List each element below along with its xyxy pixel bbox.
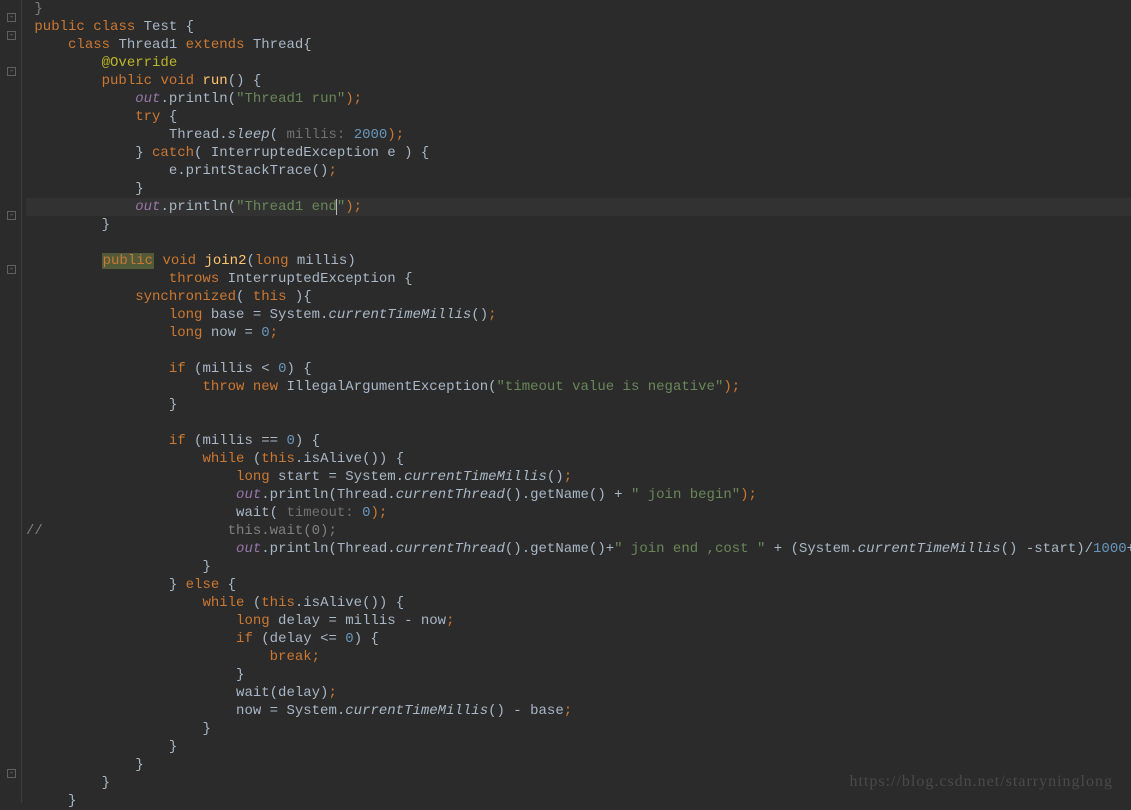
text-cursor (336, 199, 337, 215)
code-line[interactable]: } (26, 666, 1131, 684)
code-line[interactable]: if (delay <= 0) { (26, 630, 1131, 648)
code-line[interactable]: throws InterruptedException { (26, 270, 1131, 288)
code-line[interactable]: // this.wait(0); (26, 522, 1131, 540)
code-line[interactable]: now = System.currentTimeMillis() - base; (26, 702, 1131, 720)
gutter: - - - - - - (0, 0, 22, 803)
code-content[interactable]: } public class Test { class Thread1 exte… (22, 0, 1131, 803)
fold-icon[interactable]: - (7, 769, 16, 778)
code-line[interactable]: try { (26, 108, 1131, 126)
code-line[interactable]: long base = System.currentTimeMillis(); (26, 306, 1131, 324)
code-line[interactable]: throw new IllegalArgumentException("time… (26, 378, 1131, 396)
code-line[interactable] (26, 342, 1131, 360)
code-line[interactable]: Thread.sleep( millis: 2000); (26, 126, 1131, 144)
code-line[interactable]: } else { (26, 576, 1131, 594)
fold-icon[interactable]: - (7, 13, 16, 22)
code-line[interactable]: e.printStackTrace(); (26, 162, 1131, 180)
code-line[interactable]: } (26, 756, 1131, 774)
code-line[interactable]: long start = System.currentTimeMillis(); (26, 468, 1131, 486)
code-line[interactable]: } (26, 720, 1131, 738)
code-line[interactable]: wait( timeout: 0); (26, 504, 1131, 522)
fold-icon[interactable]: - (7, 31, 16, 40)
code-line[interactable]: } (26, 180, 1131, 198)
code-line[interactable]: out.println(Thread.currentThread().getNa… (26, 486, 1131, 504)
fold-icon[interactable]: - (7, 67, 16, 76)
watermark-text: https://blog.csdn.net/starryninglong (849, 773, 1113, 791)
code-line[interactable]: } (26, 0, 1131, 18)
code-line[interactable]: public void join2(long millis) (26, 252, 1131, 270)
code-line[interactable]: } (26, 792, 1131, 810)
code-line[interactable]: public void run() { (26, 72, 1131, 90)
code-line[interactable]: out.println(Thread.currentThread().getNa… (26, 540, 1131, 558)
code-line[interactable] (26, 414, 1131, 432)
code-line[interactable]: public class Test { (26, 18, 1131, 36)
code-line[interactable]: } (26, 738, 1131, 756)
fold-icon[interactable]: - (7, 211, 16, 220)
code-line[interactable]: long now = 0; (26, 324, 1131, 342)
code-line[interactable]: synchronized( this ){ (26, 288, 1131, 306)
code-line[interactable]: while (this.isAlive()) { (26, 450, 1131, 468)
code-editor[interactable]: - - - - - - } public class Test { class … (0, 0, 1131, 803)
code-line-active[interactable]: out.println("Thread1 end"); (26, 198, 1131, 216)
code-line[interactable]: } (26, 558, 1131, 576)
code-line[interactable]: while (this.isAlive()) { (26, 594, 1131, 612)
code-line[interactable]: if (millis < 0) { (26, 360, 1131, 378)
code-line[interactable]: wait(delay); (26, 684, 1131, 702)
code-line[interactable]: if (millis == 0) { (26, 432, 1131, 450)
code-line[interactable]: break; (26, 648, 1131, 666)
code-line[interactable]: } catch( InterruptedException e ) { (26, 144, 1131, 162)
code-line[interactable]: class Thread1 extends Thread{ (26, 36, 1131, 54)
code-line[interactable]: @Override (26, 54, 1131, 72)
code-line[interactable]: long delay = millis - now; (26, 612, 1131, 630)
code-line[interactable] (26, 234, 1131, 252)
code-line[interactable]: } (26, 396, 1131, 414)
fold-icon[interactable]: - (7, 265, 16, 274)
code-line[interactable]: } (26, 216, 1131, 234)
code-line[interactable]: out.println("Thread1 run"); (26, 90, 1131, 108)
